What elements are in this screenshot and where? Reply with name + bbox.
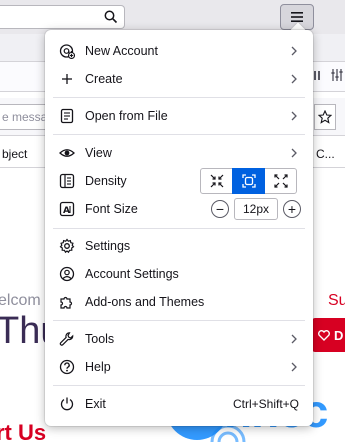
heart-icon: [318, 329, 330, 341]
hamburger-icon: [290, 11, 304, 23]
density-touch-button[interactable]: [264, 168, 297, 194]
font-size-value[interactable]: 12px: [234, 198, 278, 220]
chevron-right-icon: [289, 362, 299, 372]
column-correspondent[interactable]: C...: [316, 147, 335, 161]
power-icon: [59, 396, 75, 412]
menu-item-label: Open from File: [85, 109, 168, 123]
font-size-increase-button[interactable]: +: [283, 200, 301, 218]
column-subject[interactable]: bject: [2, 147, 27, 161]
density-compact-button[interactable]: [200, 168, 233, 194]
menu-item-label: Add-ons and Themes: [85, 295, 205, 309]
gear-icon: [59, 238, 75, 254]
density-icon: [59, 173, 75, 189]
menu-item-new-account[interactable]: New Account: [53, 38, 305, 64]
svg-text:A: A: [63, 206, 70, 216]
chevron-right-icon: [289, 334, 299, 344]
menu-separator: [53, 134, 305, 135]
sliders-icon[interactable]: [329, 67, 345, 83]
font-size-icon: A: [59, 201, 75, 217]
account-icon: [59, 266, 75, 282]
wrench-icon: [59, 331, 75, 347]
menu-item-label: Tools: [85, 332, 115, 346]
eye-icon: [59, 145, 75, 161]
chevron-right-icon: [289, 111, 299, 121]
chevron-right-icon: [289, 148, 299, 158]
file-icon: [59, 108, 75, 124]
red-heading-fragment: Su: [328, 292, 345, 309]
menu-item-label: Create: [85, 72, 123, 86]
menu-item-addons-themes[interactable]: Add-ons and Themes: [53, 289, 305, 315]
menu-separator: [53, 320, 305, 321]
global-search-input[interactable]: [0, 5, 125, 29]
plus-icon: [59, 71, 75, 87]
new-account-icon: [59, 43, 75, 59]
starred-filter-button[interactable]: [314, 104, 336, 130]
density-button-group: [200, 168, 297, 194]
menu-item-label: Settings: [85, 239, 131, 253]
touch-density-icon: [273, 173, 289, 189]
support-heading: rt Us: [0, 420, 47, 442]
toolbar-right-icons: [309, 67, 345, 83]
menu-item-account-settings[interactable]: Account Settings: [53, 261, 305, 287]
app-menu-panel: New Account Create Open from File View D…: [45, 30, 313, 426]
menu-separator: [53, 385, 305, 386]
menu-item-create[interactable]: Create: [53, 66, 305, 92]
help-icon: [59, 359, 75, 375]
menu-item-help[interactable]: Help: [53, 354, 305, 380]
menu-item-settings[interactable]: Settings: [53, 233, 305, 259]
menu-separator: [53, 228, 305, 229]
search-icon: [104, 10, 118, 24]
density-normal-button[interactable]: [232, 168, 265, 194]
menu-item-exit[interactable]: Exit Ctrl+Shift+Q: [53, 391, 305, 417]
menu-item-label: View: [85, 146, 112, 160]
font-size-controls: − 12px +: [211, 198, 301, 220]
exit-shortcut: Ctrl+Shift+Q: [232, 397, 299, 411]
menu-item-view[interactable]: View: [53, 140, 305, 166]
star-icon: [318, 110, 332, 124]
menu-item-open-from-file[interactable]: Open from File: [53, 103, 305, 129]
menu-item-label: Help: [85, 360, 111, 374]
menu-item-label: Exit: [85, 397, 106, 411]
menu-row-density: Density: [53, 168, 305, 194]
chevron-right-icon: [289, 46, 299, 56]
compact-density-icon: [209, 173, 225, 189]
menu-row-font-size: A Font Size − 12px +: [53, 196, 305, 222]
menu-item-label: Account Settings: [85, 267, 179, 281]
menu-item-label: New Account: [85, 44, 158, 58]
normal-density-icon: [241, 173, 257, 189]
puzzle-piece-icon: [59, 294, 75, 310]
chevron-right-icon: [289, 74, 299, 84]
font-size-decrease-button[interactable]: −: [211, 200, 229, 218]
welcome-text: elcom: [0, 292, 41, 309]
menu-separator: [53, 97, 305, 98]
donate-button[interactable]: D: [312, 318, 345, 352]
donate-button-label: D: [334, 327, 344, 343]
menu-item-tools[interactable]: Tools: [53, 326, 305, 352]
